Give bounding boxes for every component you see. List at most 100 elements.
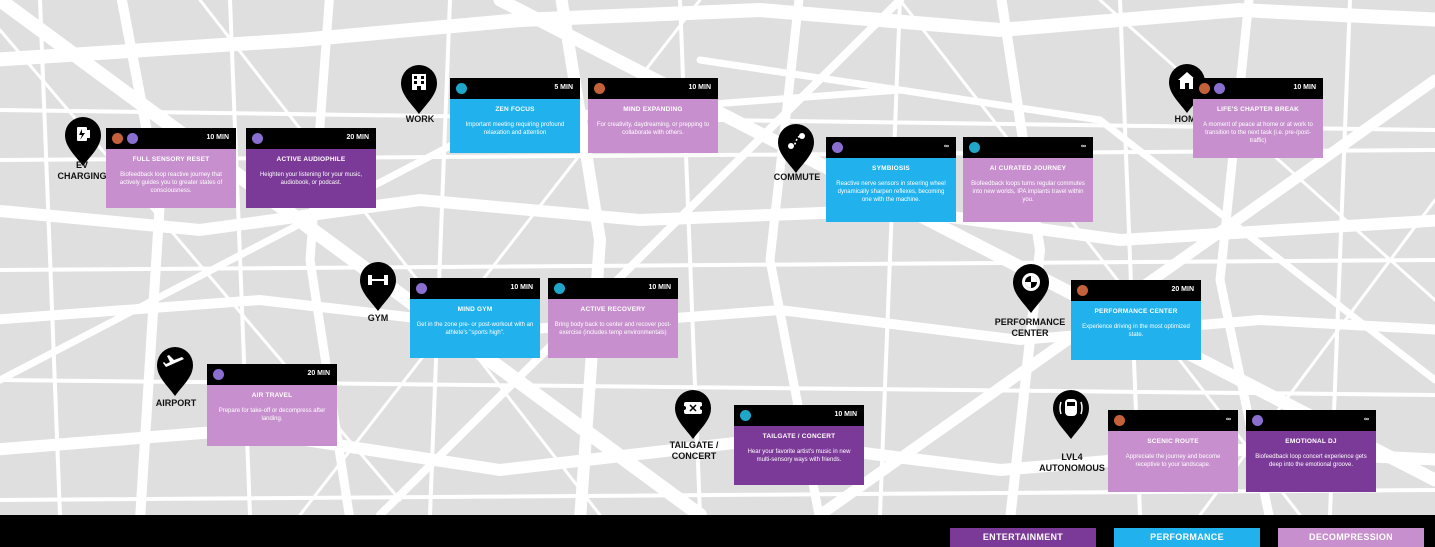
location-label-work: WORK (405, 114, 435, 124)
location-label-commute: COMMUTE (773, 172, 821, 182)
category-icon (456, 83, 467, 94)
card-title: TAILGATE / CONCERT (762, 433, 836, 440)
card-body: AIR TRAVEL Prepare for take-off or decomp… (207, 385, 337, 446)
card-duration: 10 MIN (834, 411, 857, 418)
category-icon (252, 133, 263, 144)
card-duration: ∞ (1226, 416, 1231, 423)
card-mind-expanding[interactable]: 10 MIN MIND EXPANDING For creativity, dayd… (588, 78, 718, 153)
card-header: 10 MIN (734, 405, 864, 426)
card-duration: 20 MIN (346, 134, 369, 141)
card-header: 20 MIN (207, 364, 337, 385)
card-header: 20 MIN (1071, 280, 1201, 301)
card-active-recovery[interactable]: 10 MIN ACTIVE RECOVERY Bring body back to … (548, 278, 678, 358)
location-label-ev: EV CHARGING (57, 160, 107, 181)
card-description: For creativity, daydreaming, or prepping… (596, 122, 710, 136)
card-lifes-chapter-break[interactable]: 10 MIN LIFE'S CHAPTER BREAK A moment of pe… (1193, 78, 1323, 158)
location-pin-airport[interactable] (155, 345, 195, 397)
card-scenic-route[interactable]: ∞ SCENIC ROUTE Appreciate the journey and … (1108, 410, 1238, 492)
card-symbiosis[interactable]: ∞ SYMBIOSIS Reactive nerve sensors in stee… (826, 137, 956, 222)
card-description: Get in the zone pre- or post-workout wit… (416, 322, 534, 336)
card-body: MIND EXPANDING For creativity, daydreamin… (588, 99, 718, 153)
category-icon (416, 283, 427, 294)
card-description: Bring body back to center and recover po… (554, 322, 672, 336)
card-body: ZEN FOCUS Important meeting requiring pro… (450, 99, 580, 153)
card-zen-focus[interactable]: 5 MIN ZEN FOCUS Important meeting requirin… (450, 78, 580, 153)
category-icon (1252, 415, 1263, 426)
card-description: Important meeting requiring profound rel… (465, 122, 565, 136)
card-mind-gym[interactable]: 10 MIN MIND GYM Get in the zone pre- or po… (410, 278, 540, 358)
card-title: EMOTIONAL DJ (1285, 438, 1337, 445)
card-description: Biofeedback loop reactive journey that a… (119, 172, 223, 194)
card-title: AI CURATED JOURNEY (989, 165, 1067, 172)
card-body: PERFORMANCE CENTER Experience driving in … (1071, 301, 1201, 360)
location-label-airport: AIRPORT (155, 398, 197, 408)
location-pin-work[interactable] (399, 63, 439, 115)
card-description: Hear your favorite artist's music in new… (747, 449, 851, 463)
category-icon (969, 142, 980, 153)
location-label-perf: PERFORMANCE CENTER (994, 317, 1066, 338)
card-title: PERFORMANCE CENTER (1094, 308, 1178, 315)
card-header: 5 MIN (450, 78, 580, 99)
legend-performance: PERFORMANCE (1114, 528, 1260, 547)
card-duration: 10 MIN (648, 284, 671, 291)
route-icon (778, 124, 814, 173)
card-description: Prepare for take-off or decompress after… (218, 408, 326, 422)
card-duration: ∞ (1364, 416, 1369, 423)
category-icon (1199, 83, 1210, 94)
card-duration: 10 MIN (1293, 84, 1316, 91)
location-pin-lvl4[interactable] (1051, 388, 1091, 440)
card-title: MIND GYM (457, 306, 493, 313)
legend-decompression: DECOMPRESSION (1278, 528, 1424, 547)
category-icon (554, 283, 565, 294)
location-pin-perf[interactable] (1011, 262, 1051, 314)
card-body: FULL SENSORY RESET Biofeedback loop react… (106, 149, 236, 208)
card-air-travel[interactable]: 20 MIN AIR TRAVEL Prepare for take-off or … (207, 364, 337, 446)
card-header: ∞ (963, 137, 1093, 158)
card-duration: 10 MIN (510, 284, 533, 291)
card-header: ∞ (1108, 410, 1238, 431)
bmw-logo-icon (1013, 264, 1049, 313)
card-title: ACTIVE AUDIOPHILE (276, 156, 346, 163)
card-tailgate-concert[interactable]: 10 MIN TAILGATE / CONCERT Hear your favori… (734, 405, 864, 485)
category-icon (1214, 83, 1225, 94)
card-duration: ∞ (944, 143, 949, 150)
location-label-tailgate: TAILGATE / CONCERT (669, 440, 719, 461)
location-pin-tailgate[interactable] (673, 388, 713, 440)
office-building-icon (401, 65, 437, 114)
dumbbell-icon (360, 262, 396, 311)
card-body: EMOTIONAL DJ Biofeedback loop concert exp… (1246, 431, 1376, 492)
category-icon (740, 410, 751, 421)
card-emotional-dj[interactable]: ∞ EMOTIONAL DJ Biofeedback loop concert ex… (1246, 410, 1376, 492)
location-pin-gym[interactable] (358, 260, 398, 312)
category-icon (112, 133, 123, 144)
card-duration: 20 MIN (307, 370, 330, 377)
card-duration: 10 MIN (688, 84, 711, 91)
card-title: SCENIC ROUTE (1147, 438, 1199, 445)
card-header: ∞ (1246, 410, 1376, 431)
card-description: A moment of peace at home or at work to … (1203, 122, 1313, 144)
card-performance-center[interactable]: 20 MIN PERFORMANCE CENTER Experience drivi… (1071, 280, 1201, 360)
card-body: SYMBIOSIS Reactive nerve sensors in steer… (826, 158, 956, 222)
card-description: Biofeedback loops turns regular commutes… (971, 181, 1085, 203)
card-title: LIFE'S CHAPTER BREAK (1216, 106, 1300, 113)
card-title: ZEN FOCUS (495, 106, 535, 113)
category-icon (213, 369, 224, 380)
category-icon (832, 142, 843, 153)
card-header: 10 MIN (106, 128, 236, 149)
card-description: Reactive nerve sensors in steering wheel… (836, 181, 946, 203)
legend-entertainment: ENTERTAINMENT (950, 528, 1096, 547)
card-title: ACTIVE RECOVERY (580, 306, 646, 313)
autonomous-car-icon (1053, 390, 1089, 439)
card-header: 10 MIN (410, 278, 540, 299)
card-ai-curated-journey[interactable]: ∞ AI CURATED JOURNEY Biofeedback loops tur… (963, 137, 1093, 222)
category-icon (1114, 415, 1125, 426)
card-body: AI CURATED JOURNEY Biofeedback loops turn… (963, 158, 1093, 222)
card-active-audiophile[interactable]: 20 MIN ACTIVE AUDIOPHILE Heighten your lis… (246, 128, 376, 208)
card-header: 10 MIN (1193, 78, 1323, 99)
location-pin-commute[interactable] (776, 122, 816, 174)
card-body: SCENIC ROUTE Appreciate the journey and b… (1108, 431, 1238, 492)
card-title: SYMBIOSIS (872, 165, 910, 172)
card-duration: ∞ (1081, 143, 1086, 150)
card-full-sensory-reset[interactable]: 10 MIN FULL SENSORY RESET Biofeedback loop… (106, 128, 236, 208)
card-title: FULL SENSORY RESET (132, 156, 210, 163)
